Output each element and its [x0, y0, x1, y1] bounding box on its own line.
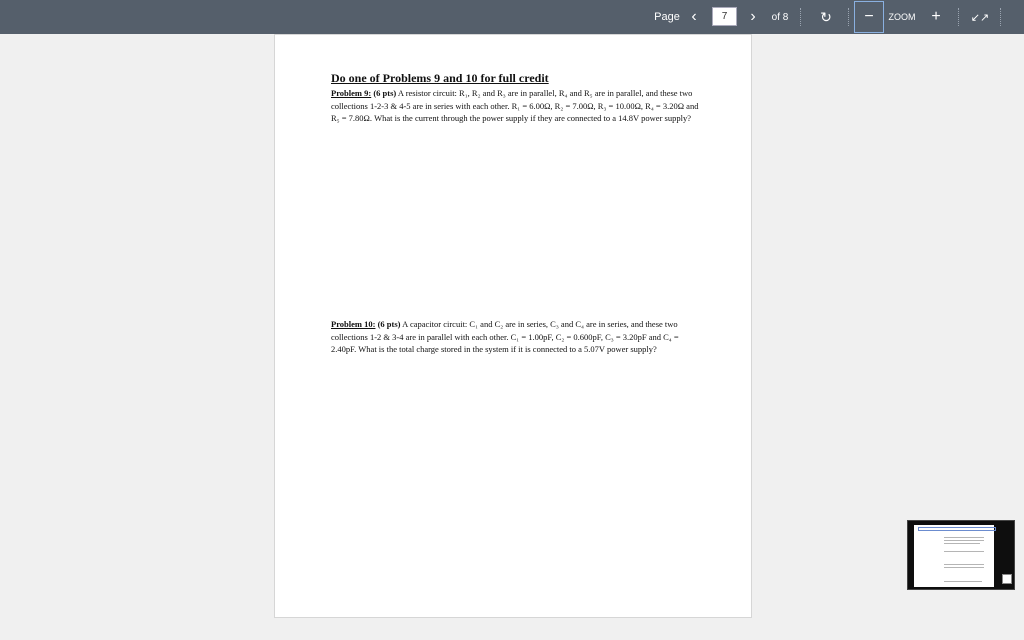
problem-10-title: Problem 10:: [331, 319, 376, 329]
page-label: Page: [654, 11, 680, 23]
toolbar-divider: [958, 8, 959, 26]
zoom-label: ZOOM: [888, 12, 916, 22]
page-number-input[interactable]: [712, 7, 737, 26]
thumbnail-text-line: [944, 581, 982, 582]
page-count-label: of 8: [771, 11, 789, 23]
pdf-toolbar: Page ‹ › of 8 ↻ − ZOOM + ↙↗: [0, 0, 1024, 34]
thumbnail-text-line: [944, 537, 984, 538]
thumbnail-text-line: [944, 551, 984, 552]
problem-9-title: Problem 9:: [331, 88, 372, 98]
thumbnail-page: [914, 525, 996, 587]
thumbnail-text-line: [944, 564, 984, 565]
rotate-icon[interactable]: ↻: [816, 0, 836, 34]
thumbnail-text-line: [944, 540, 984, 541]
thumbnail-text-line: [944, 567, 984, 568]
toolbar-divider: [848, 8, 849, 26]
problem-9-points: (6 pts): [373, 88, 397, 98]
toolbar-divider: [800, 8, 801, 26]
zoom-out-button[interactable]: −: [854, 1, 884, 33]
page-heading: Do one of Problems 9 and 10 for full cre…: [331, 71, 549, 85]
toolbar-divider: [1000, 8, 1001, 26]
thumbnail-text-line: [944, 543, 980, 544]
collapse-icon[interactable]: ↙↗: [970, 0, 990, 34]
prev-page-icon[interactable]: ‹: [686, 0, 702, 34]
document-page: Do one of Problems 9 and 10 for full cre…: [274, 34, 752, 618]
next-page-icon[interactable]: ›: [745, 0, 761, 34]
zoom-in-button[interactable]: +: [927, 0, 945, 34]
thumbnail-viewport[interactable]: [918, 527, 996, 531]
problem-10: Problem 10: (6 pts) A capacitor circuit:…: [331, 318, 701, 356]
problem-10-points: (6 pts): [377, 319, 401, 329]
problem-9: Problem 9: (6 pts) A resistor circuit: R…: [331, 87, 701, 125]
page-thumbnail-navigator[interactable]: [907, 520, 1015, 590]
thumbnail-scroll-handle[interactable]: [1002, 574, 1012, 584]
